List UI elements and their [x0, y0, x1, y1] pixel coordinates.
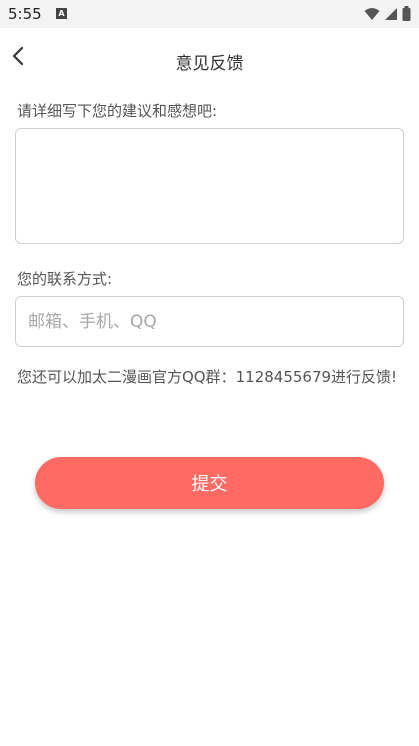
status-bar: 5:55 A	[0, 0, 419, 28]
bottom-edge	[0, 742, 419, 746]
submit-button[interactable]: 提交	[35, 457, 384, 509]
contact-label: 您的联系方式:	[17, 270, 113, 288]
wifi-icon	[364, 7, 380, 20]
suggestion-label: 请详细写下您的建议和感想吧:	[17, 102, 218, 120]
cell-signal-icon	[385, 7, 397, 20]
suggestion-textarea[interactable]	[15, 128, 404, 244]
status-icons	[364, 6, 411, 21]
page-title: 意见反馈	[175, 54, 244, 74]
app-bar: 意见反馈	[0, 28, 419, 84]
contact-input[interactable]	[15, 296, 404, 347]
status-time: 5:55	[8, 5, 42, 23]
notification-a-icon: A	[56, 8, 67, 19]
battery-icon	[402, 6, 411, 21]
qq-group-info: 您还可以加太二漫画官方QQ群：1128455679进行反馈!	[17, 368, 398, 386]
